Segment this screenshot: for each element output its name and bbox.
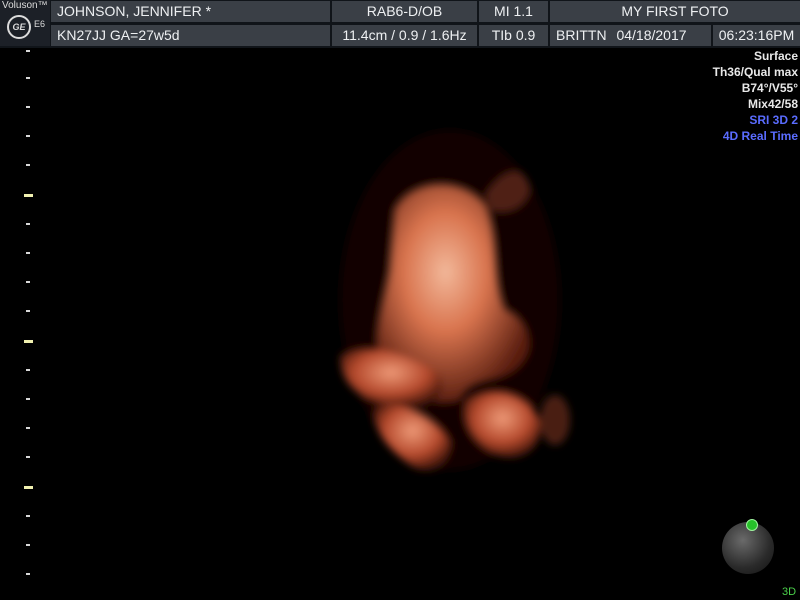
voluson-logo: Voluson™ GE E6 <box>0 0 50 46</box>
mix-setting: Mix42/58 <box>747 97 798 111</box>
patient-id-ga: KN27JJ GA=27w5d <box>51 25 330 46</box>
ultrasound-3d-render <box>340 130 570 471</box>
orientation-marker-icon <box>746 519 758 531</box>
probe-preset: RAB6-D/OB <box>332 1 477 22</box>
exam-date: 04/18/2017 <box>616 27 687 43</box>
patient-name: JOHNSON, JENNIFER * <box>51 1 330 22</box>
image-title: MY FIRST FOTO <box>550 1 800 22</box>
depth-ruler <box>24 46 38 586</box>
operator-label: BRITTN <box>556 27 607 43</box>
tib-value: TIb 0.9 <box>479 25 548 46</box>
operator-date: BRITTN 04/18/2017 <box>550 25 711 46</box>
mode-3d-label: 3D <box>782 586 797 598</box>
threshold-quality: Th36/Qual max <box>712 65 798 79</box>
exam-time: 06:23:16PM <box>713 25 800 46</box>
header-bar: Voluson™ GE E6 JOHNSON, JENNIFER * RAB6-… <box>0 0 800 48</box>
render-parameters: Surface Th36/Qual max B74°/V55° Mix42/58… <box>713 48 798 144</box>
depth-info: 11.4cm / 0.9 / 1.6Hz <box>332 25 477 46</box>
mi-value: MI 1.1 <box>479 1 548 22</box>
angle-setting: B74°/V55° <box>741 81 798 95</box>
brand-label: Voluson™ <box>2 0 48 11</box>
ge-logo-icon: GE <box>7 15 31 39</box>
sri-setting: SRI 3D 2 <box>749 113 798 127</box>
model-label: E6 <box>34 19 46 29</box>
render-mode: Surface <box>753 49 798 63</box>
realtime-mode: 4D Real Time <box>722 129 798 143</box>
